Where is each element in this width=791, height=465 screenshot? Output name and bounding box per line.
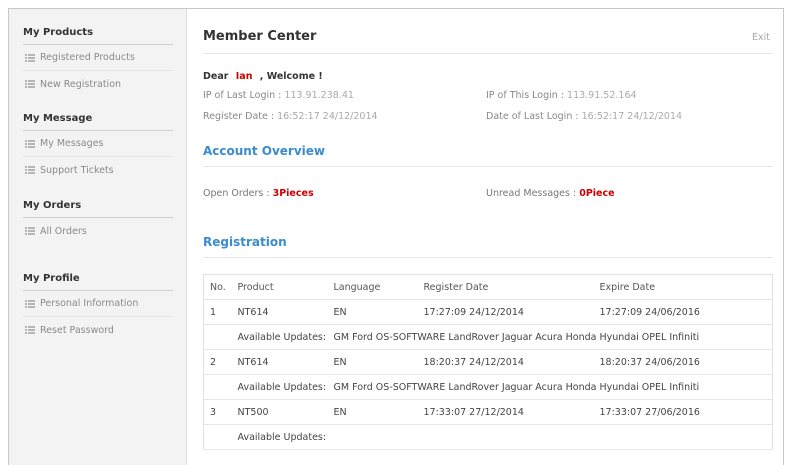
this-login-ip: IP of This Login : 113.91.52.164 — [486, 90, 637, 101]
sidebar-item-label: New Registration — [40, 78, 122, 90]
last-login-ip-label: IP of Last Login : — [203, 90, 285, 101]
sidebar-item-label: My Messages — [40, 138, 104, 149]
updates-label: Available Updates: — [231, 374, 328, 400]
table-row: 2 NT614 EN 18:20:37 24/12/2014 18:20:37 … — [203, 349, 773, 375]
column-header-expire-date: Expire Date — [593, 274, 773, 300]
column-header-no: No. — [203, 274, 232, 300]
unread-messages: Unread Messages : 0Piece — [486, 188, 615, 199]
sidebar-heading: My Products — [23, 27, 173, 45]
sidebar-item-label: All Orders — [40, 225, 87, 237]
sidebar-item-reset-password[interactable]: Reset Password — [23, 317, 173, 343]
sidebar-item-label: Support Tickets — [40, 164, 114, 176]
cell-language: EN — [327, 349, 418, 375]
column-header-language: Language — [327, 274, 418, 300]
cell-product: NT614 — [231, 349, 328, 375]
updates-label: Available Updates: — [231, 424, 328, 450]
sidebar-section-my-message: My Message My Messages Support Tickets — [23, 113, 173, 183]
register-date-value: 16:52:17 24/12/2014 — [277, 111, 378, 122]
table-row-updates: Available Updates: GM Ford OS-SOFTWARE L… — [203, 374, 773, 400]
cell-expire-date: 17:33:07 27/06/2016 — [593, 399, 773, 425]
cell-product: NT500 — [231, 399, 328, 425]
divider — [203, 166, 773, 167]
sidebar-heading: My Profile — [23, 273, 173, 291]
welcome-prefix: Dear — [203, 71, 229, 82]
column-header-product: Product — [231, 274, 328, 300]
sidebar-item-registered-products[interactable]: Registered Products — [23, 45, 173, 71]
updates-list: GM Ford OS-SOFTWARE LandRover Jaguar Acu… — [327, 324, 773, 350]
sidebar-item-label: Reset Password — [40, 324, 114, 336]
list-icon — [25, 326, 35, 334]
cell-language: EN — [327, 399, 418, 425]
table-row-updates: Available Updates: — [203, 424, 773, 450]
sidebar-item-support-tickets[interactable]: Support Tickets — [23, 157, 173, 183]
sidebar-heading: My Orders — [23, 200, 173, 218]
cell-no: 3 — [203, 399, 232, 425]
page-title: Member Center — [203, 29, 317, 44]
updates-list: GM Ford OS-SOFTWARE LandRover Jaguar Acu… — [327, 374, 773, 400]
cell-register-date: 17:33:07 27/12/2014 — [417, 399, 594, 425]
registration-title: Registration — [203, 235, 287, 249]
this-login-ip-label: IP of This Login : — [486, 90, 568, 101]
register-date-label: Register Date : — [203, 111, 278, 122]
sidebar-section-my-profile: My Profile Personal Information Reset Pa… — [23, 273, 173, 343]
cell-language: EN — [327, 299, 418, 325]
main-content: Member Center Exit Dear Ian , Welcome ! … — [188, 9, 783, 465]
divider — [203, 257, 773, 258]
cell-product: NT614 — [231, 299, 328, 325]
unread-messages-value[interactable]: 0Piece — [579, 188, 614, 199]
cell-expire-date: 17:27:09 24/06/2016 — [593, 299, 773, 325]
cell-register-date: 18:20:37 24/12/2014 — [417, 349, 594, 375]
divider — [203, 53, 773, 54]
sidebar-item-all-orders[interactable]: All Orders — [23, 218, 173, 244]
registration-table: No. Product Language Register Date Expir… — [203, 274, 773, 450]
sidebar-item-label: Personal Information — [40, 298, 139, 309]
open-orders-label: Open Orders : — [203, 188, 273, 199]
user-name: Ian — [235, 71, 253, 82]
last-login-ip: IP of Last Login : 113.91.238.41 — [203, 90, 354, 101]
table-row: 3 NT500 EN 17:33:07 27/12/2014 17:33:07 … — [203, 399, 773, 425]
sidebar-item-my-messages[interactable]: My Messages — [23, 131, 173, 157]
updates-label: Available Updates: — [231, 324, 328, 350]
updates-list — [327, 424, 773, 450]
account-overview-title: Account Overview — [203, 144, 325, 158]
unread-messages-label: Unread Messages : — [486, 188, 580, 199]
list-icon — [25, 80, 35, 88]
cell-register-date: 17:27:09 24/12/2014 — [417, 299, 594, 325]
last-login-date-label: Date of Last Login : — [486, 111, 582, 122]
sidebar-heading: My Message — [23, 113, 173, 131]
last-login-date: Date of Last Login : 16:52:17 24/12/2014 — [486, 111, 682, 122]
table-header-row: No. Product Language Register Date Expir… — [203, 274, 773, 300]
list-icon — [25, 227, 35, 235]
sidebar-item-label: Registered Products — [40, 52, 135, 63]
column-header-register-date: Register Date — [417, 274, 594, 300]
register-date: Register Date : 16:52:17 24/12/2014 — [203, 111, 378, 122]
sidebar: My Products Registered Products New Regi… — [9, 9, 187, 465]
sidebar-item-personal-information[interactable]: Personal Information — [23, 291, 173, 317]
welcome-message: Dear Ian , Welcome ! — [203, 71, 323, 82]
table-row: 1 NT614 EN 17:27:09 24/12/2014 17:27:09 … — [203, 299, 773, 325]
last-login-ip-value: 113.91.238.41 — [284, 90, 354, 101]
exit-link[interactable]: Exit — [752, 32, 770, 43]
list-icon — [25, 53, 35, 62]
list-icon — [25, 139, 35, 148]
last-login-date-value: 16:52:17 24/12/2014 — [581, 111, 683, 122]
open-orders-value[interactable]: 3Pieces — [273, 188, 314, 199]
welcome-suffix: , Welcome ! — [259, 71, 323, 82]
open-orders: Open Orders : 3Pieces — [203, 188, 314, 199]
table-row-updates: Available Updates: GM Ford OS-SOFTWARE L… — [203, 324, 773, 350]
list-icon — [25, 299, 35, 308]
sidebar-item-new-registration[interactable]: New Registration — [23, 71, 173, 97]
sidebar-section-my-orders: My Orders All Orders — [23, 200, 173, 244]
list-icon — [25, 166, 35, 174]
cell-no: 2 — [203, 349, 232, 375]
this-login-ip-value: 113.91.52.164 — [567, 90, 637, 101]
cell-no: 1 — [203, 299, 232, 325]
cell-expire-date: 18:20:37 24/06/2016 — [593, 349, 773, 375]
sidebar-section-my-products: My Products Registered Products New Regi… — [23, 27, 173, 97]
